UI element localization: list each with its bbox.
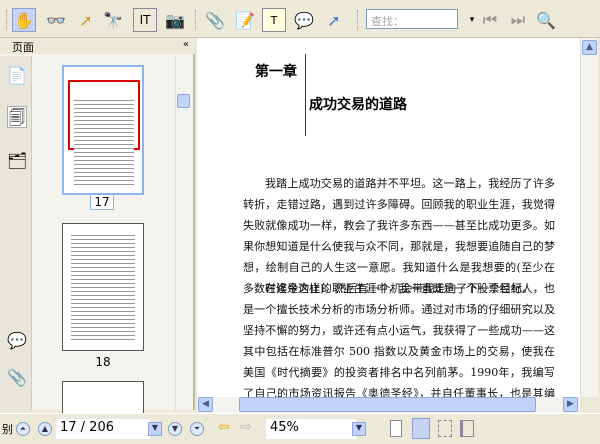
attachments-icon[interactable]: 📎 (7, 368, 27, 390)
page-thumbnail-18[interactable] (62, 223, 144, 351)
pages-icon[interactable]: 🗐 (7, 106, 27, 128)
paragraph: 在迄今为止的职业生涯中，我一直既是一个股票经纪人，也是一个擅长技术分析的市场分析… (243, 282, 555, 397)
find-next-icon[interactable]: ⏭ (506, 8, 530, 32)
zoom-field[interactable]: 45% (266, 419, 356, 439)
arrow-tool-icon[interactable]: ➚ (322, 8, 346, 32)
page-dropdown-icon[interactable]: ▼ (148, 422, 162, 436)
panel-title: 页面 (12, 41, 34, 54)
page-label-17: 17 (90, 194, 114, 210)
comments-icon[interactable]: 💬 (7, 331, 27, 353)
comment-icon[interactable]: 💬 (292, 8, 316, 32)
attach-file-icon[interactable]: 📎 (203, 8, 227, 32)
facing-view-icon[interactable] (438, 420, 452, 437)
pages-panel: 页面 « 📄 🗐 🗂 💬 📎 17 18 (0, 38, 195, 421)
select-text-tool-icon[interactable]: 👓 (44, 8, 68, 32)
truncated-label: 别 (2, 423, 13, 436)
continuous-view-icon[interactable] (412, 418, 430, 439)
page-number-field[interactable]: 17 / 206 (56, 419, 150, 439)
thumbnail-text (74, 97, 134, 187)
thumbnail-scrollbar[interactable] (175, 56, 191, 410)
zoom-dropdown-icon[interactable]: ▼ (352, 422, 366, 436)
panel-icon-strip: 📄 🗐 🗂 💬 📎 (0, 56, 32, 410)
toolbar: ✋ 👓 ➚ 🔭 IT 📷 📎 📝 T 💬 ➚ 查找： ▾ ⏮ ⏭ 🔍 (0, 0, 600, 38)
toolbar-grip[interactable] (195, 10, 198, 30)
navigation-bar: 别 ⏶ ▲ 17 / 206 ▼ ▼ ⏷ ⇦ ⇨ 45% ▼ (0, 413, 600, 444)
bookmarks-icon[interactable]: 📄 (7, 66, 27, 88)
last-page-icon[interactable]: ⏷ (190, 422, 204, 436)
previous-page-icon[interactable]: ▲ (38, 422, 52, 436)
layers-icon[interactable]: 🗂 (7, 151, 27, 173)
single-page-view-icon[interactable] (390, 420, 402, 437)
search-input[interactable]: 查找： (366, 9, 458, 29)
chapter-title: 成功交易的道路 (309, 97, 407, 113)
collapse-panel-icon[interactable]: « (183, 39, 189, 50)
scrollbar-thumb[interactable] (177, 94, 190, 108)
scroll-left-icon[interactable]: ◀ (198, 397, 213, 412)
next-page-icon[interactable]: ▼ (168, 422, 182, 436)
scrollbar-thumb[interactable] (239, 397, 536, 412)
thumbnail-text (71, 232, 135, 342)
document-view[interactable]: 第一章 成功交易的道路 我踏上成功交易的道路并不平坦。这一路上，我经历了许多转折… (197, 38, 580, 397)
panel-header: 页面 « (0, 38, 195, 54)
search-magnifier-icon[interactable]: 🔍 (534, 8, 558, 32)
page-thumbnail-17[interactable] (62, 65, 144, 195)
first-page-icon[interactable]: ⏶ (16, 422, 30, 436)
chapter-number: 第一章 (255, 64, 297, 80)
textbox-tool-icon[interactable]: T (262, 8, 286, 32)
go-forward-icon[interactable]: ⇨ (240, 419, 252, 435)
note-pencil-icon[interactable]: 📝 (233, 8, 257, 32)
document-horizontal-scrollbar[interactable]: ◀ ▶ (197, 397, 580, 413)
select-tool-icon[interactable]: ➚ (74, 8, 98, 32)
toolbar-grip[interactable] (6, 10, 9, 30)
hand-tool-icon[interactable]: ✋ (12, 8, 36, 32)
find-previous-icon[interactable]: ⏮ (478, 8, 502, 32)
toolbar-grip[interactable] (357, 10, 360, 30)
document-vertical-scrollbar[interactable]: ▲ (580, 38, 598, 397)
snapshot-camera-icon[interactable]: 📷 (163, 8, 187, 32)
chapter-divider (305, 54, 306, 136)
scroll-up-icon[interactable]: ▲ (582, 40, 597, 55)
scroll-right-icon[interactable]: ▶ (563, 397, 578, 412)
go-back-icon[interactable]: ⇦ (218, 419, 230, 435)
continuous-facing-view-icon[interactable] (460, 420, 474, 437)
page-label-18: 18 (95, 355, 111, 369)
typewriter-tool-icon[interactable]: IT (133, 8, 157, 32)
zoom-binoculars-icon[interactable]: 🔭 (101, 8, 125, 32)
